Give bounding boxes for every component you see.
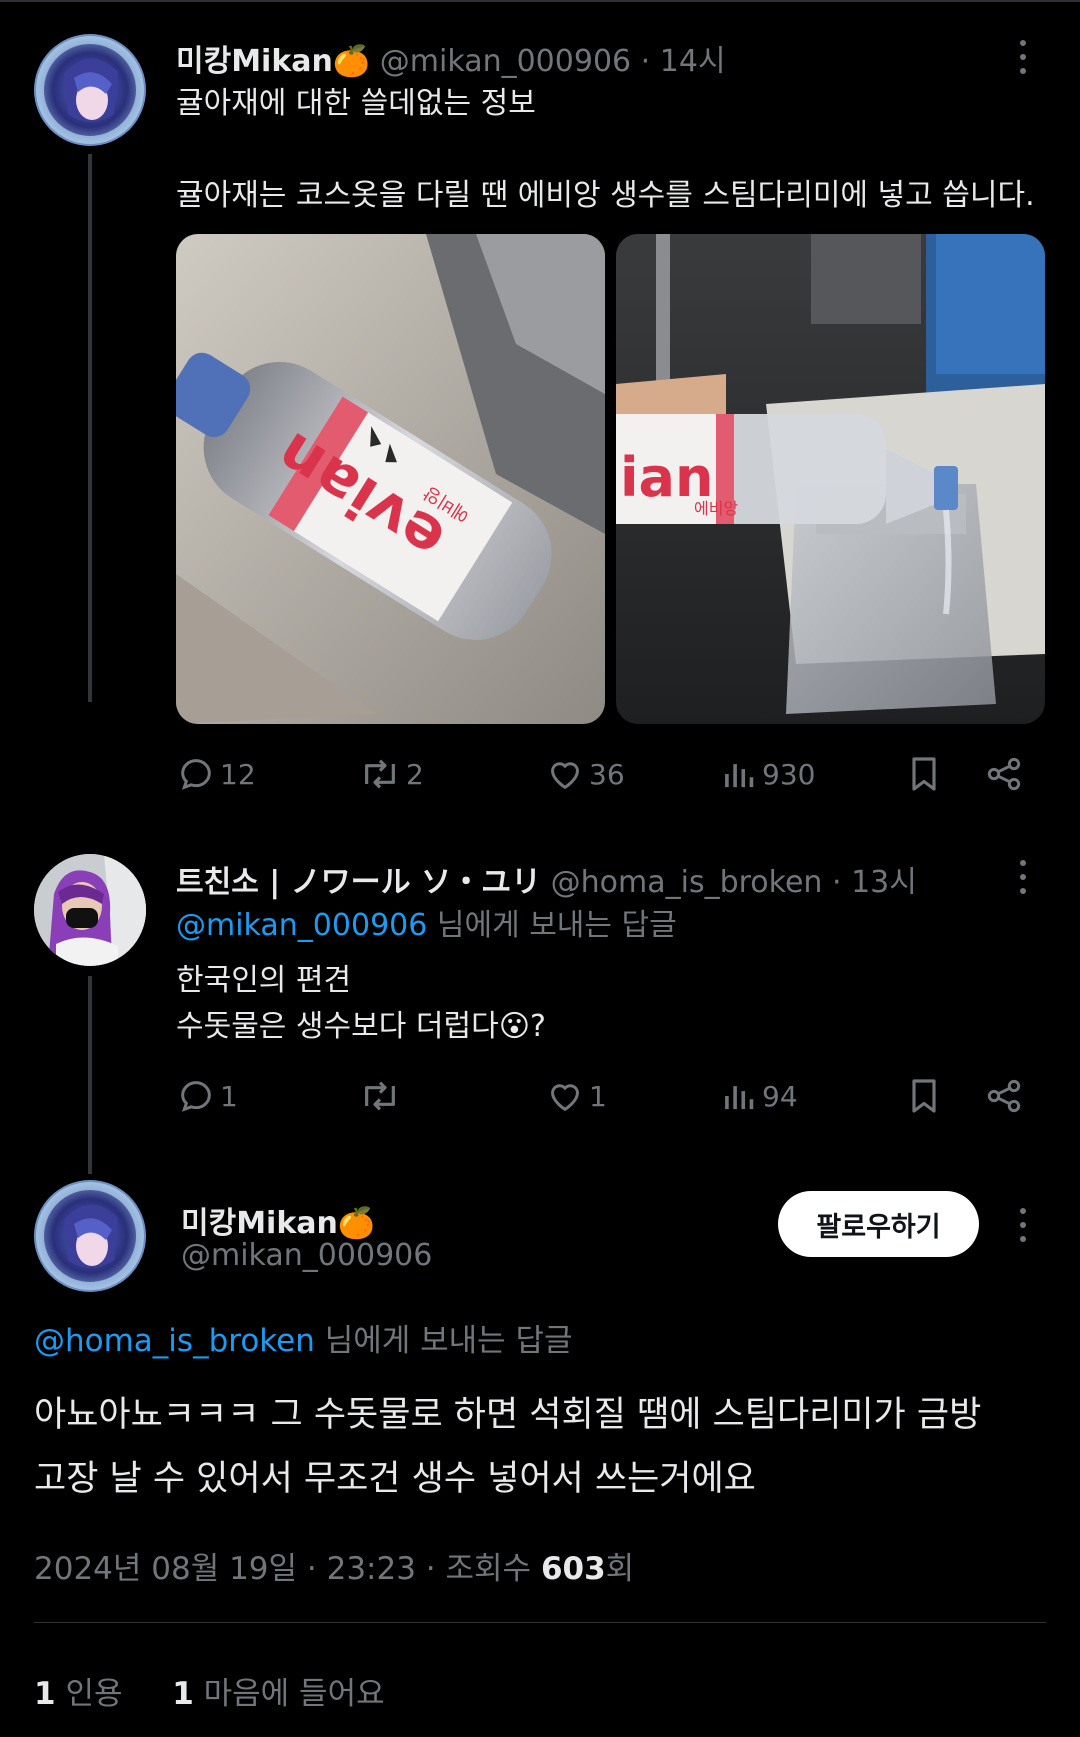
repost-icon [365,759,395,789]
more-icon[interactable] [1017,1208,1029,1250]
reply-icon [181,759,211,790]
main-reply-context: @homa_is_broken 님에게 보내는 답글 [34,1318,573,1364]
quote-label: 인용 [65,1676,123,1712]
share-icon [987,757,1021,791]
share-icon [987,1079,1021,1113]
main-timestamp-views: 2024년 08월 19일 · 23:23 · 조회수 603회 [34,1543,634,1588]
tweet2-text-line1: 한국인의 편견 [176,963,352,998]
repost-icon [365,1081,395,1111]
tweet2-time-separator: · [831,865,842,900]
tangerine-emoji: 🍊 [337,1206,376,1241]
share-button[interactable] [984,754,1024,794]
reply-button[interactable]: 12 [176,754,256,794]
reply-icon [181,1081,211,1112]
reply-to-mention[interactable]: @mikan_000906 [176,908,427,943]
tweet1-photo-2[interactable]: ian 에비앙 [616,234,1045,724]
engagement-stats: 1 인용 1 마음에 들어요 [34,1668,385,1713]
main-text-line1: 아뇨아뇨ㅋㅋㅋ 그 수돗물로 하면 석회질 땜에 스팀다리미가 금방 [34,1395,982,1435]
reply-count: 1 [220,1079,238,1113]
main-views-count: 603 [540,1551,606,1587]
like-count: 1 [589,1079,607,1113]
quote-count: 1 [34,1676,56,1712]
tweet1-header: 미캉Mikan🍊 @mikan_000906 · 14시 [176,36,726,80]
avatar-mikan-main[interactable] [34,1180,146,1292]
repost-count: 2 [406,757,424,791]
follow-button[interactable]: 팔로우하기 [778,1191,979,1257]
heart-icon [550,1084,580,1112]
more-icon[interactable] [1017,40,1029,82]
tweet1-text-line1: 귤아재에 대한 쓸데없는 정보 [176,86,536,121]
tweet1-text-line2: 귤아재는 코스옷을 다릴 땐 에비앙 생수를 스팀다리미에 넣고 씁니다. [176,178,1035,213]
tangerine-emoji: 🍊 [332,44,371,79]
photo2-sublabel: 에비앙 [694,499,738,518]
share-button[interactable] [984,1076,1024,1116]
tweet1-timestamp[interactable]: 14시 [660,44,726,79]
tweet2-text-line2: 수돗물은 생수보다 더럽다😮? [176,1004,546,1050]
repost-button[interactable]: 2 [358,754,424,794]
reply-count: 12 [220,757,256,791]
like-label: 마음에 들어요 [203,1676,385,1712]
tweet1-time-separator: · [640,44,651,79]
views-icon [725,764,754,788]
heart-icon [550,762,580,790]
reply-button[interactable]: 1 [176,1076,238,1116]
divider [34,1622,1046,1623]
main-date[interactable]: 2024년 08월 19일 · 23:23 · 조회수 [34,1551,541,1587]
reply-to-mention[interactable]: @homa_is_broken [34,1323,315,1359]
like-count: 1 [172,1676,194,1712]
views-count: 930 [762,757,816,791]
tweet2-reply-context: @mikan_000906 님에게 보내는 답글 [176,903,677,949]
tweet1-author-name[interactable]: 미캉Mikan [176,44,333,79]
thread-line-2 [88,976,92,1174]
tweet1-author-handle[interactable]: @mikan_000906 [380,44,631,79]
views-button[interactable]: 94 [722,1076,798,1116]
reply-to-suffix: 님에게 보내는 답글 [314,1323,573,1359]
main-author-handle[interactable]: @mikan_000906 [181,1238,432,1273]
bookmark-button[interactable] [906,1076,942,1116]
tweet2-text-line2-end: ? [529,1009,546,1044]
views-count: 94 [762,1079,798,1113]
tweet2-author-name[interactable]: 트친소 | ノワール ソ・ユリ [176,865,541,900]
repost-button[interactable] [358,1076,406,1116]
tweet2-text-line2-main: 수돗물은 생수보다 더럽다 [176,1009,499,1044]
more-icon[interactable] [1017,860,1029,902]
surprised-emoji: 😮 [498,1009,530,1044]
likes-stat[interactable]: 1 마음에 들어요 [172,1676,384,1712]
main-views-suffix: 회 [605,1551,635,1587]
tweet2-header: 트친소 | ノワール ソ・ユリ @homa_is_broken · 13시 [176,857,917,901]
like-button[interactable]: 36 [545,754,625,794]
views-button[interactable]: 930 [722,754,815,794]
tweet2-timestamp[interactable]: 13시 [851,865,917,900]
tweet2-author-handle[interactable]: @homa_is_broken [551,865,823,900]
like-count: 36 [589,757,625,791]
bookmark-icon [912,1079,936,1113]
like-button[interactable]: 1 [545,1076,607,1116]
quotes-stat[interactable]: 1 인용 [34,1676,122,1712]
views-icon [725,1086,754,1110]
bookmark-button[interactable] [906,754,942,794]
main-author-handle-row: @mikan_000906 [181,1238,432,1273]
main-text-line2: 고장 날 수 있어서 무조건 생수 넣어서 쓰는거에요 [34,1459,756,1499]
bookmark-icon [912,757,936,791]
reply-to-suffix: 님에게 보내는 답글 [427,908,677,943]
main-author-name[interactable]: 미캉Mikan [181,1206,338,1241]
avatar-homa[interactable] [34,854,146,966]
thread-line [88,154,92,702]
tweet1-photo-1[interactable]: evian 에비앙 [176,234,605,724]
avatar-mikan[interactable] [34,34,146,146]
top-divider [0,0,1080,2]
main-author-name-row: 미캉Mikan🍊 [181,1198,375,1242]
